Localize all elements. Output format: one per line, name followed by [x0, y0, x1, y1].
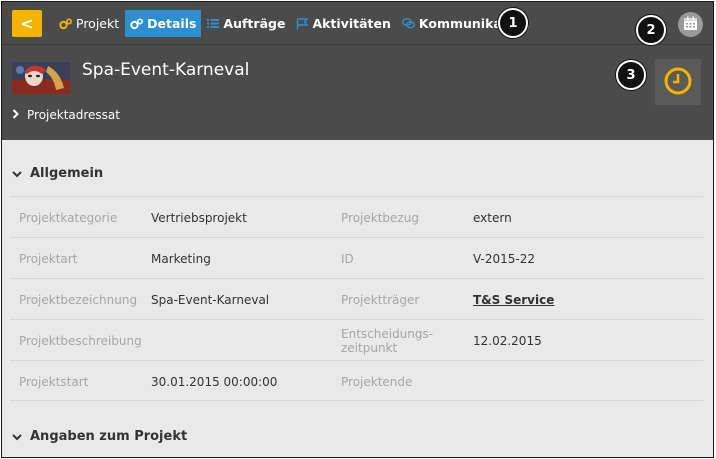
- field-value: Spa-Event-Karneval: [151, 292, 270, 307]
- chevron-down-icon: [12, 167, 22, 181]
- chevron-down-icon: [12, 430, 22, 444]
- field-label-line: Entscheidungs-: [341, 326, 434, 341]
- field-row: Projektbezeichnung Spa-Event-Karneval Pr…: [10, 278, 703, 319]
- gears-icon: [130, 18, 144, 30]
- field-label: Projektbezeichnung: [19, 292, 138, 307]
- field-label: ID: [341, 251, 354, 266]
- calendar-button[interactable]: [678, 12, 703, 37]
- tab-label: Aufträge: [223, 16, 286, 31]
- field-label: Projektstart: [19, 374, 89, 389]
- back-button[interactable]: <: [12, 10, 42, 37]
- callout-marker-2: 2: [636, 15, 666, 45]
- tab-label: Details: [147, 16, 197, 31]
- gears-icon: [59, 18, 72, 30]
- field-label: Projektbezug: [341, 210, 419, 225]
- field-row: Projektstart 30.01.2015 00:00:00 Projekt…: [10, 360, 703, 401]
- project-addressat-toggle[interactable]: Projektadressat: [12, 108, 120, 122]
- field-row: Projektkategorie Vertriebsprojekt Projek…: [10, 196, 703, 237]
- field-row: Projektart Marketing ID V-2015-22: [10, 237, 703, 278]
- top-nav-bar: < Projekt Details Aufträge Aktivitäten K…: [2, 2, 713, 45]
- addressat-label: Projektadressat: [27, 108, 120, 122]
- tab-bar: Projekt Details Aufträge Aktivitäten Kom…: [54, 10, 536, 37]
- project-header: Spa-Event-Karneval Projektadressat: [2, 45, 713, 140]
- field-value: Marketing: [151, 251, 211, 266]
- calendar-icon: [683, 16, 698, 34]
- field-value: 12.02.2015: [473, 333, 542, 348]
- app-frame: < Projekt Details Aufträge Aktivitäten K…: [1, 1, 714, 458]
- callout-marker-1: 1: [498, 8, 528, 38]
- list-icon: [207, 18, 220, 29]
- tab-projekt[interactable]: Projekt: [54, 10, 124, 37]
- section-allgemein-header[interactable]: Allgemein: [12, 166, 103, 181]
- project-title: Spa-Event-Karneval: [82, 60, 250, 80]
- field-value: extern: [473, 210, 512, 225]
- field-label: Projektende: [341, 374, 413, 389]
- chat-icon: [401, 18, 415, 29]
- tab-aktivitaeten[interactable]: Aktivitäten: [291, 10, 395, 37]
- section-title: Angaben zum Projekt: [30, 429, 188, 444]
- flag-icon: [296, 17, 309, 30]
- project-thumbnail: [12, 62, 70, 94]
- field-label: Projektträger: [341, 292, 420, 307]
- projekttraeger-link[interactable]: T&S Service: [473, 279, 554, 320]
- chevron-right-icon: [12, 108, 19, 122]
- clock-icon: [663, 66, 693, 99]
- field-label: Projektart: [19, 251, 78, 266]
- field-label-line: zeitpunkt: [341, 340, 398, 355]
- callout-marker-3: 3: [616, 60, 646, 90]
- details-grid: Projektkategorie Vertriebsprojekt Projek…: [10, 196, 703, 401]
- tab-label: Aktivitäten: [312, 16, 391, 31]
- field-label: Projektbeschreibung: [19, 333, 142, 348]
- tab-label: Projekt: [76, 16, 120, 31]
- field-label: Projektkategorie: [19, 210, 118, 225]
- field-row: Projektbeschreibung Entscheidungs- zeitp…: [10, 319, 703, 360]
- field-label: Entscheidungs- zeitpunkt: [341, 320, 433, 361]
- tab-details[interactable]: Details: [125, 10, 202, 37]
- field-value: Vertriebsprojekt: [151, 210, 247, 225]
- tab-auftraege[interactable]: Aufträge: [202, 10, 290, 37]
- field-value: 30.01.2015 00:00:00: [151, 374, 278, 389]
- section-title: Allgemein: [30, 166, 104, 181]
- section-angaben-header[interactable]: Angaben zum Projekt: [12, 429, 187, 444]
- time-tracking-button[interactable]: [655, 59, 701, 105]
- field-value: V-2015-22: [473, 251, 535, 266]
- details-content: Allgemein Projektkategorie Vertriebsproj…: [2, 140, 713, 457]
